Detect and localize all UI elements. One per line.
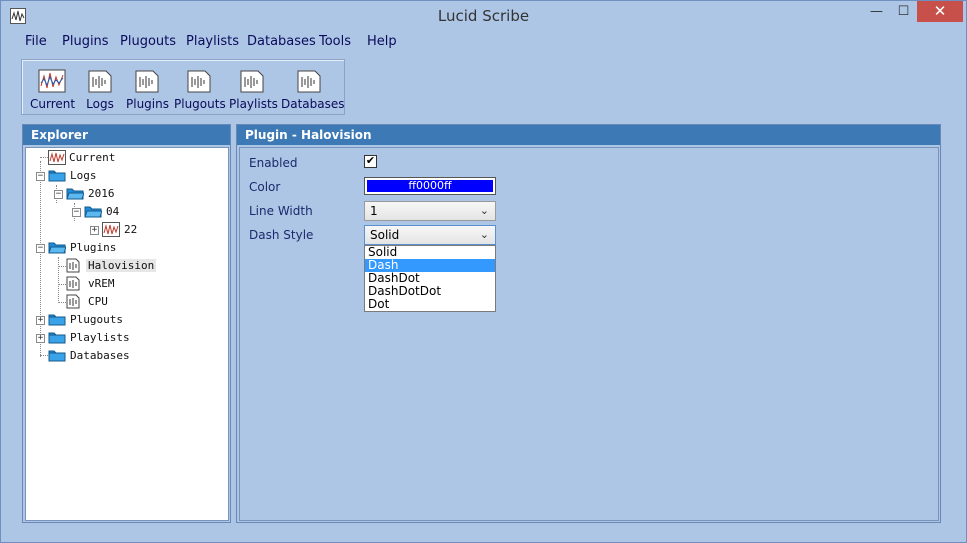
checkmark-icon: ✔ <box>365 155 376 167</box>
toolbar-label: Plugins <box>126 97 169 111</box>
tree-item-label: Halovision <box>86 259 157 272</box>
collapse-icon[interactable]: − <box>72 208 81 217</box>
menu-file[interactable]: File <box>25 34 47 49</box>
tree-item-cpu[interactable]: CPU <box>66 294 166 310</box>
toolbar: Current Logs Plugins Plugouts Playlists … <box>21 59 345 115</box>
folder-icon <box>48 332 66 344</box>
tree-item-databases[interactable]: Databases <box>48 348 168 364</box>
toolbar-logs-button[interactable]: Logs <box>82 68 118 116</box>
folder-icon <box>48 314 66 326</box>
expand-icon[interactable]: + <box>90 226 99 235</box>
document-icon <box>135 70 159 93</box>
explorer-header: Explorer <box>23 125 230 145</box>
menu-plugouts[interactable]: Plugouts <box>120 34 176 49</box>
tree-item-plugins[interactable]: − Plugins <box>32 240 152 256</box>
dash-style-select[interactable]: Solid ⌄ <box>364 225 496 245</box>
tree-item-playlists[interactable]: + Playlists <box>32 330 152 346</box>
line-width-label: Line Width <box>249 204 313 218</box>
tree-item-04[interactable]: − 04 <box>68 204 168 220</box>
folder-open-icon <box>84 206 102 218</box>
menu-playlists[interactable]: Playlists <box>186 34 239 49</box>
expand-icon[interactable]: + <box>36 316 45 325</box>
close-button[interactable]: ✕ <box>917 1 963 22</box>
tree-item-halovision[interactable]: Halovision <box>66 258 206 274</box>
plugin-icon <box>66 258 80 273</box>
document-icon <box>240 70 264 93</box>
tree-item-label: Plugouts <box>70 313 123 326</box>
color-value: ff0000ff <box>367 180 493 192</box>
tree-item-plugouts[interactable]: + Plugouts <box>32 312 152 328</box>
waveform-icon <box>38 69 66 93</box>
tree-item-label: vREM <box>88 277 115 290</box>
toolbar-label: Logs <box>86 97 114 111</box>
tree-item-label: Databases <box>70 349 130 362</box>
collapse-icon[interactable]: − <box>54 190 63 199</box>
dash-option-dot[interactable]: Dot <box>365 298 495 311</box>
tree-item-label: Plugins <box>70 241 117 254</box>
folder-icon <box>48 170 66 182</box>
dash-style-label: Dash Style <box>249 228 314 242</box>
maximize-button[interactable]: ☐ <box>890 1 917 22</box>
tree-item-label: 2016 <box>88 187 115 200</box>
document-icon <box>187 70 211 93</box>
plugin-settings: Enabled ✔ Color ff0000ff Line Width 1 ⌄ … <box>239 147 939 521</box>
tree-item-label: Logs <box>70 169 97 182</box>
toolbar-label: Current <box>30 97 76 111</box>
tree-item-current[interactable]: Current <box>48 150 168 166</box>
toolbar-plugouts-button[interactable]: Plugouts <box>174 68 226 116</box>
explorer-panel: Explorer Current − Logs − 2016 − 04 + 22… <box>22 124 231 523</box>
waveform-icon <box>102 222 120 237</box>
collapse-icon[interactable]: − <box>36 244 45 253</box>
enabled-label: Enabled <box>249 156 298 170</box>
document-icon <box>297 70 321 93</box>
document-icon <box>88 70 112 93</box>
chevron-down-icon: ⌄ <box>479 228 489 241</box>
toolbar-label: Plugouts <box>174 97 226 111</box>
tree-item-label: 04 <box>106 205 120 218</box>
minimize-button[interactable]: — <box>863 1 890 22</box>
window-title: Lucid Scribe <box>437 7 530 25</box>
tree-item-vrem[interactable]: vREM <box>66 276 166 292</box>
enabled-checkbox[interactable]: ✔ <box>364 155 377 168</box>
toolbar-playlists-button[interactable]: Playlists <box>229 68 278 116</box>
tree-item-2016[interactable]: − 2016 <box>50 186 170 202</box>
expand-icon[interactable]: + <box>36 334 45 343</box>
toolbar-databases-button[interactable]: Databases <box>281 68 345 116</box>
plugin-icon <box>66 276 80 291</box>
tree-item-label: CPU <box>88 295 108 308</box>
plugin-panel: Plugin - Halovision Enabled ✔ Color ff00… <box>236 124 941 523</box>
collapse-icon[interactable]: − <box>36 172 45 181</box>
menu-plugins[interactable]: Plugins <box>62 34 109 49</box>
folder-icon <box>48 350 66 362</box>
tree-item-label: Current <box>69 151 116 164</box>
title-bar: Lucid Scribe — ☐ ✕ <box>1 1 966 31</box>
tree-item-logs[interactable]: − Logs <box>32 168 152 184</box>
dash-style-dropdown: Solid Dash DashDot DashDotDot Dot <box>364 245 496 312</box>
waveform-icon <box>48 150 66 165</box>
line-width-value: 1 <box>370 204 378 218</box>
plugin-header: Plugin - Halovision <box>237 125 940 145</box>
folder-open-icon <box>48 242 66 254</box>
menu-tools[interactable]: Tools <box>319 34 351 49</box>
folder-open-icon <box>66 188 84 200</box>
toolbar-label: Databases <box>281 97 345 111</box>
tree-item-label: 22 <box>124 223 138 236</box>
tree-item-22[interactable]: + 22 <box>86 222 166 238</box>
menu-help[interactable]: Help <box>367 34 397 49</box>
tree-item-label: Playlists <box>70 331 130 344</box>
color-picker[interactable]: ff0000ff <box>364 177 496 195</box>
plugin-icon <box>66 294 80 309</box>
toolbar-current-button[interactable]: Current <box>30 68 76 116</box>
dash-style-value: Solid <box>370 228 400 242</box>
line-width-select[interactable]: 1 ⌄ <box>364 201 496 221</box>
color-label: Color <box>249 180 281 194</box>
toolbar-plugins-button[interactable]: Plugins <box>126 68 169 116</box>
chevron-down-icon: ⌄ <box>479 204 489 217</box>
app-window: Lucid Scribe — ☐ ✕ File Plugins Plugouts… <box>0 0 967 543</box>
explorer-tree: Current − Logs − 2016 − 04 + 22 − Plugin… <box>25 147 229 521</box>
toolbar-label: Playlists <box>229 97 278 111</box>
menu-databases[interactable]: Databases <box>247 34 316 49</box>
